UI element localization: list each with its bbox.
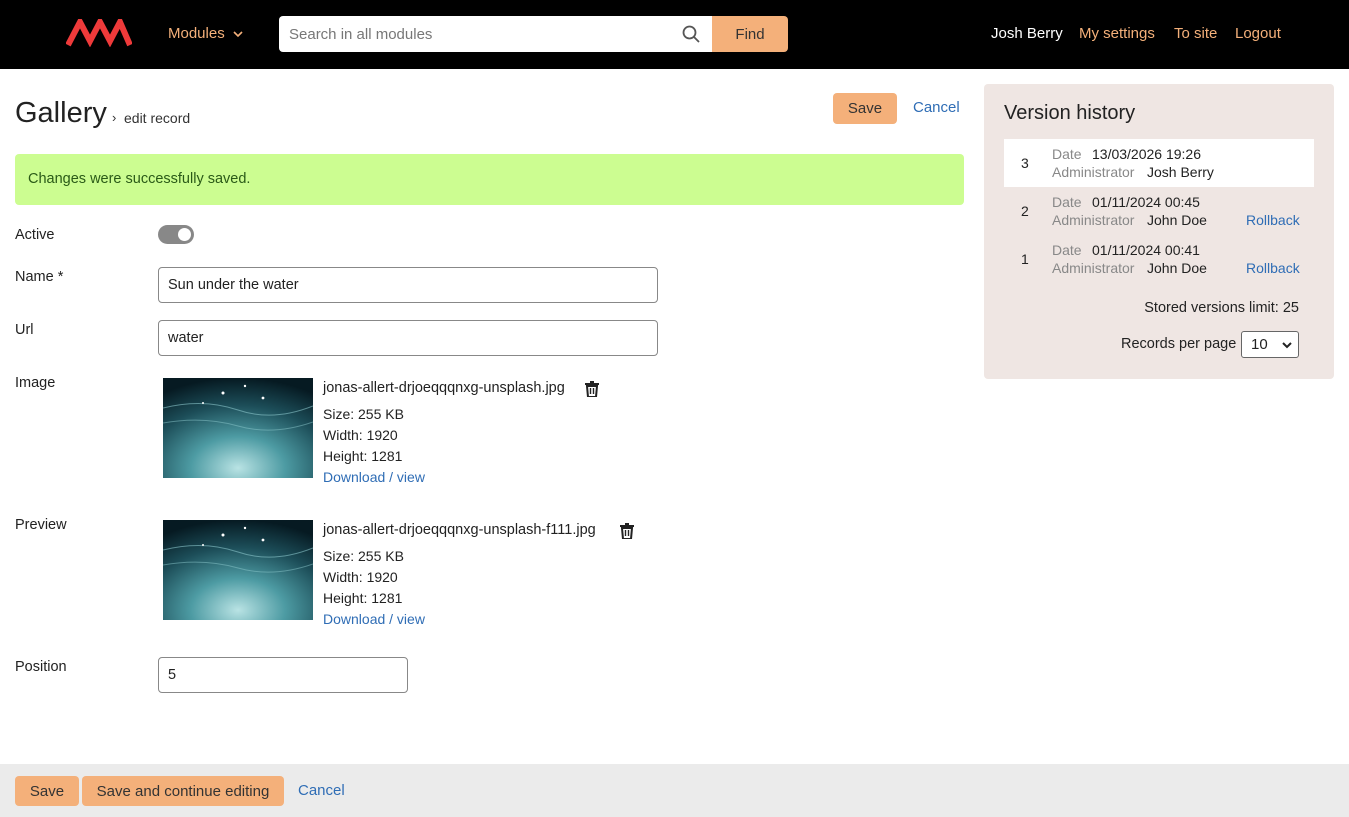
version-number: 2 bbox=[1021, 203, 1029, 219]
footer-action-bar: Save Save and continue editing Cancel bbox=[0, 764, 1349, 817]
page-title: Gallery bbox=[15, 97, 107, 129]
preview-label: Preview bbox=[15, 517, 67, 533]
rollback-link[interactable]: Rollback bbox=[1246, 260, 1300, 276]
modules-menu[interactable]: Modules bbox=[168, 25, 243, 42]
my-settings-link[interactable]: My settings bbox=[1079, 25, 1155, 42]
preview-file-name: jonas-allert-drjoeqqqnxg-unsplash-f111.j… bbox=[323, 522, 596, 538]
logo-icon[interactable] bbox=[66, 19, 132, 47]
version-admin: John Doe bbox=[1147, 212, 1207, 228]
name-label: Name * bbox=[15, 269, 63, 285]
date-label: Date bbox=[1052, 146, 1082, 162]
image-label: Image bbox=[15, 375, 56, 391]
image-download-link[interactable]: Download / view bbox=[323, 469, 425, 485]
logout-link[interactable]: Logout bbox=[1235, 25, 1281, 42]
save-continue-button[interactable]: Save and continue editing bbox=[82, 776, 284, 806]
preview-width: Width: 1920 bbox=[323, 569, 398, 585]
search-box bbox=[279, 16, 713, 52]
version-admin: John Doe bbox=[1147, 260, 1207, 276]
modules-label: Modules bbox=[168, 25, 225, 42]
trash-icon[interactable] bbox=[620, 523, 634, 539]
versions-limit-text: Stored versions limit: 25 bbox=[1144, 300, 1299, 316]
search-icon[interactable] bbox=[682, 25, 700, 43]
version-admin: Josh Berry bbox=[1147, 164, 1214, 180]
user-name: Josh Berry bbox=[991, 25, 1063, 42]
image-thumbnail[interactable] bbox=[163, 378, 313, 478]
url-input[interactable] bbox=[158, 320, 658, 356]
administrator-label: Administrator bbox=[1052, 260, 1135, 276]
date-label: Date bbox=[1052, 242, 1082, 258]
active-label: Active bbox=[15, 227, 55, 243]
version-history-panel: Version history 3 Date 13/03/2026 19:26 … bbox=[984, 84, 1334, 379]
image-file-name: jonas-allert-drjoeqqqnxg-unsplash.jpg bbox=[323, 380, 565, 396]
version-number: 3 bbox=[1021, 155, 1029, 171]
date-label: Date bbox=[1052, 194, 1082, 210]
required-mark: * bbox=[57, 269, 64, 285]
breadcrumb-separator: › bbox=[112, 110, 117, 125]
active-toggle[interactable] bbox=[158, 225, 194, 244]
records-per-page-value: 10 bbox=[1251, 336, 1268, 353]
rollback-link[interactable]: Rollback bbox=[1246, 212, 1300, 228]
url-label: Url bbox=[15, 322, 34, 338]
image-height: Height: 1281 bbox=[323, 448, 403, 464]
find-button[interactable]: Find bbox=[712, 16, 788, 52]
records-per-page-label: Records per page bbox=[1121, 336, 1237, 352]
administrator-label: Administrator bbox=[1052, 164, 1135, 180]
chevron-down-icon bbox=[233, 30, 243, 37]
preview-size: Size: 255 KB bbox=[323, 548, 404, 564]
version-date: 13/03/2026 19:26 bbox=[1092, 146, 1201, 162]
chevron-down-icon bbox=[1282, 342, 1292, 349]
records-per-page-select[interactable]: 10 bbox=[1241, 331, 1299, 358]
trash-icon[interactable] bbox=[585, 381, 599, 397]
to-site-link[interactable]: To site bbox=[1174, 25, 1217, 42]
version-number: 1 bbox=[1021, 251, 1029, 267]
cancel-link-top[interactable]: Cancel bbox=[913, 99, 960, 116]
version-row: 1 Date 01/11/2024 00:41 Administrator Jo… bbox=[1004, 235, 1314, 283]
version-row: 3 Date 13/03/2026 19:26 Administrator Jo… bbox=[1004, 139, 1314, 187]
image-width: Width: 1920 bbox=[323, 427, 398, 443]
version-date: 01/11/2024 00:41 bbox=[1092, 242, 1200, 258]
position-label: Position bbox=[15, 659, 67, 675]
success-alert: Changes were successfully saved. bbox=[15, 154, 964, 205]
preview-height: Height: 1281 bbox=[323, 590, 403, 606]
version-row: 2 Date 01/11/2024 00:45 Administrator Jo… bbox=[1004, 187, 1314, 235]
search-input[interactable] bbox=[279, 16, 679, 52]
top-navbar: Modules Find Josh Berry My settings To s… bbox=[0, 0, 1349, 69]
administrator-label: Administrator bbox=[1052, 212, 1135, 228]
toggle-knob bbox=[178, 228, 191, 241]
preview-download-link[interactable]: Download / view bbox=[323, 611, 425, 627]
cancel-link[interactable]: Cancel bbox=[298, 782, 345, 799]
position-input[interactable] bbox=[158, 657, 408, 693]
image-size: Size: 255 KB bbox=[323, 406, 404, 422]
version-date: 01/11/2024 00:45 bbox=[1092, 194, 1200, 210]
save-button[interactable]: Save bbox=[15, 776, 79, 806]
name-input[interactable] bbox=[158, 267, 658, 303]
save-button-top[interactable]: Save bbox=[833, 93, 897, 124]
preview-thumbnail[interactable] bbox=[163, 520, 313, 620]
version-history-title: Version history bbox=[1004, 102, 1136, 124]
name-label-text: Name bbox=[15, 269, 54, 285]
breadcrumb: edit record bbox=[124, 110, 191, 126]
